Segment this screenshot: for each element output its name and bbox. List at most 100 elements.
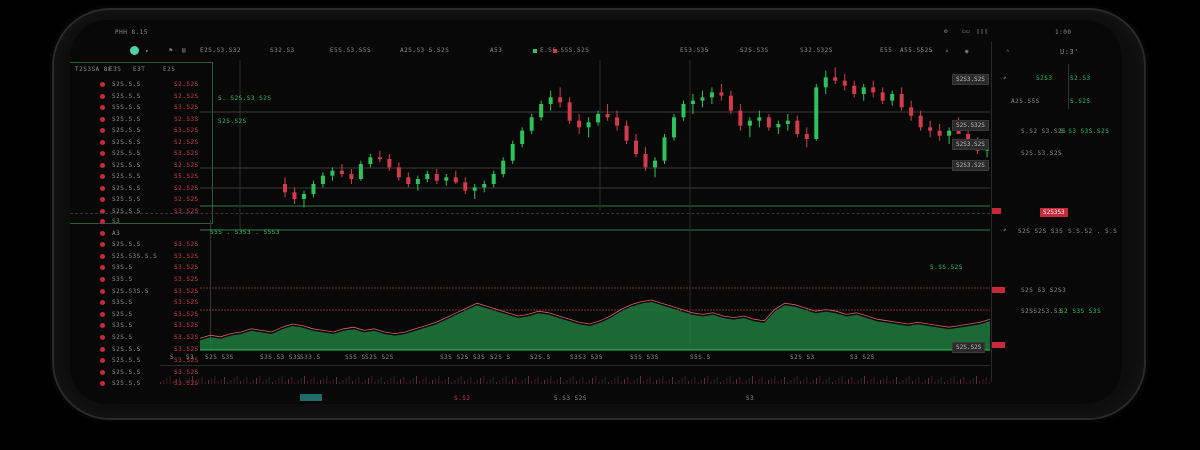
watchlist-row[interactable]: S2S.S.S S3.S2S xyxy=(100,149,210,161)
toolbar-item[interactable]: E53.S35 xyxy=(680,47,709,54)
arrow-icon: ⬈ xyxy=(1003,227,1008,234)
time-tick-label: S33.S xyxy=(300,354,321,361)
candle-body xyxy=(909,107,914,116)
arrow-icon: ⬈ xyxy=(1003,75,1008,82)
alert-dot-icon xyxy=(100,116,105,122)
flag-icon[interactable]: ⚑ xyxy=(169,47,173,54)
mini-volume-bar xyxy=(729,376,731,384)
mini-volume-bar xyxy=(432,380,433,384)
layout-icon[interactable]: ▤ xyxy=(182,47,186,54)
watchlist-tab[interactable]: E2S xyxy=(163,66,175,73)
mini-volume-bar xyxy=(416,376,417,384)
watchlist-row[interactable]: S2S.S.S S2.S2S xyxy=(100,184,210,196)
candle-body xyxy=(453,177,458,183)
toolbar-item[interactable]: A55.S52S xyxy=(900,47,933,54)
alert-dot-icon xyxy=(100,93,105,99)
mini-volume-bar xyxy=(966,382,968,384)
watchlist-row[interactable]: S2S.S.S S2.S2S xyxy=(100,195,210,207)
mini-volume-bar xyxy=(889,381,891,384)
mini-volume-bar xyxy=(656,380,657,384)
mini-volume-bar xyxy=(576,381,577,384)
candle-body xyxy=(757,117,762,121)
mini-volume-bar xyxy=(608,382,609,384)
watchlist-row[interactable]: S2S.S.S S2.S2S xyxy=(100,80,210,92)
search-icon[interactable]: ⌕ xyxy=(945,48,949,55)
watchlist-tab[interactable]: T2S3SA 8F xyxy=(75,66,112,73)
watchlist-tab[interactable]: E3S xyxy=(109,66,121,73)
candle-body xyxy=(956,130,961,134)
price-tag: S2S3.S2S xyxy=(952,160,989,171)
scroll-handle[interactable] xyxy=(300,394,322,401)
toolbar-item[interactable]: E55 xyxy=(880,47,892,54)
panels-icon[interactable]: ▯▯▯ xyxy=(976,28,988,35)
mini-volume-bar xyxy=(278,378,280,384)
symbol-name: S2S.S.S xyxy=(112,138,141,146)
alert-dot-icon xyxy=(100,253,105,259)
watchlist-row[interactable]: S5S.S.S S3.S2S xyxy=(100,103,210,115)
mini-volume-bar xyxy=(787,382,789,384)
candle-body xyxy=(785,120,790,124)
watchlist-row[interactable]: S2S.S.S S2.S2S xyxy=(100,92,210,104)
toolbar-item[interactable]: E5S.S3.S5S xyxy=(330,47,371,54)
candle-body xyxy=(804,134,809,139)
mini-volume-bar xyxy=(358,377,360,384)
window-icon[interactable]: ▭▭ xyxy=(962,28,970,35)
mini-volume-bar xyxy=(969,380,971,384)
candle-body xyxy=(482,184,487,188)
watchlist-row[interactable]: S2S.S.S S5.S2S xyxy=(100,172,210,184)
symbol-price: S3.S2S xyxy=(174,127,199,134)
mini-volume-bar xyxy=(761,377,763,384)
settings-icon[interactable]: ⚙ xyxy=(944,28,948,35)
mini-volume-bar xyxy=(198,379,200,384)
symbol-name: S3 xyxy=(112,218,121,225)
price-tag: S2S3.S2S xyxy=(952,74,989,85)
time-tick-label: S5S.S xyxy=(690,354,711,361)
alert-dot-icon xyxy=(100,311,105,317)
alert-dot-icon xyxy=(100,335,105,340)
candle-body xyxy=(558,97,563,103)
toolbar-item[interactable]: S32.S32S xyxy=(800,47,833,54)
mini-volume-bar xyxy=(848,379,849,384)
mini-volume-bar xyxy=(803,379,805,384)
dropdown-chevron-icon[interactable]: ▾ xyxy=(145,48,149,55)
mini-volume-bar xyxy=(240,381,241,384)
marker-red xyxy=(991,208,1001,214)
toolbar-item[interactable]: S2S.S3S xyxy=(740,47,769,54)
mini-volume-bar xyxy=(988,382,990,384)
candle-body xyxy=(937,130,942,136)
symbol-price: S2.S2S xyxy=(174,92,199,100)
toolbar-item[interactable]: E2S.S3.S32 xyxy=(200,47,241,54)
bottom-label: S3 xyxy=(746,395,755,402)
right-row-label: S2S S2S S3S xyxy=(1018,228,1064,235)
watchlist-tab[interactable]: E3T xyxy=(133,66,145,73)
alert-dot-icon xyxy=(100,105,105,110)
mini-volume-bar xyxy=(828,377,830,384)
watchlist-row[interactable]: S2S.S.S S2.S2S xyxy=(100,138,210,150)
toolbar-item[interactable]: S32.S3 xyxy=(270,47,295,54)
status-left: PHH 8.15 xyxy=(115,29,148,36)
mini-volume-bar xyxy=(937,379,939,384)
alert-dot-icon xyxy=(100,369,105,375)
watchlist-row[interactable]: S2S.S.S S2.S3S xyxy=(100,115,210,127)
mini-volume-bar xyxy=(790,380,792,384)
toolbar-item[interactable]: A2S.S3 S.S2S xyxy=(400,47,449,54)
status-badge[interactable]: S2S3S3 xyxy=(1040,208,1068,217)
mini-volume-bar xyxy=(403,377,405,384)
mini-volume-bar xyxy=(518,382,520,384)
alert-dot-icon xyxy=(100,219,105,224)
mini-volume-bar xyxy=(960,379,961,384)
mini-volume-bar xyxy=(550,376,552,384)
toolbar-item[interactable]: A53 xyxy=(490,47,502,54)
toolbar-item[interactable]: E.SS.S5S.S2S xyxy=(540,47,589,54)
mini-volume-bar xyxy=(185,380,187,384)
candle-body xyxy=(311,184,316,194)
alert-dot-icon xyxy=(100,358,105,364)
candle-body xyxy=(747,120,752,126)
symbol-name: A3 xyxy=(112,229,121,237)
watchlist-row[interactable]: S2S.S.S S2.S2S xyxy=(100,161,210,173)
collapse-icon[interactable]: ⌃ xyxy=(1006,49,1010,56)
price-chart[interactable] xyxy=(200,60,990,360)
watchlist-row[interactable]: S2S.S.S S3.S2S xyxy=(100,126,210,138)
camera-icon[interactable]: ◉ xyxy=(965,48,969,55)
alert-dot-icon xyxy=(100,381,105,387)
